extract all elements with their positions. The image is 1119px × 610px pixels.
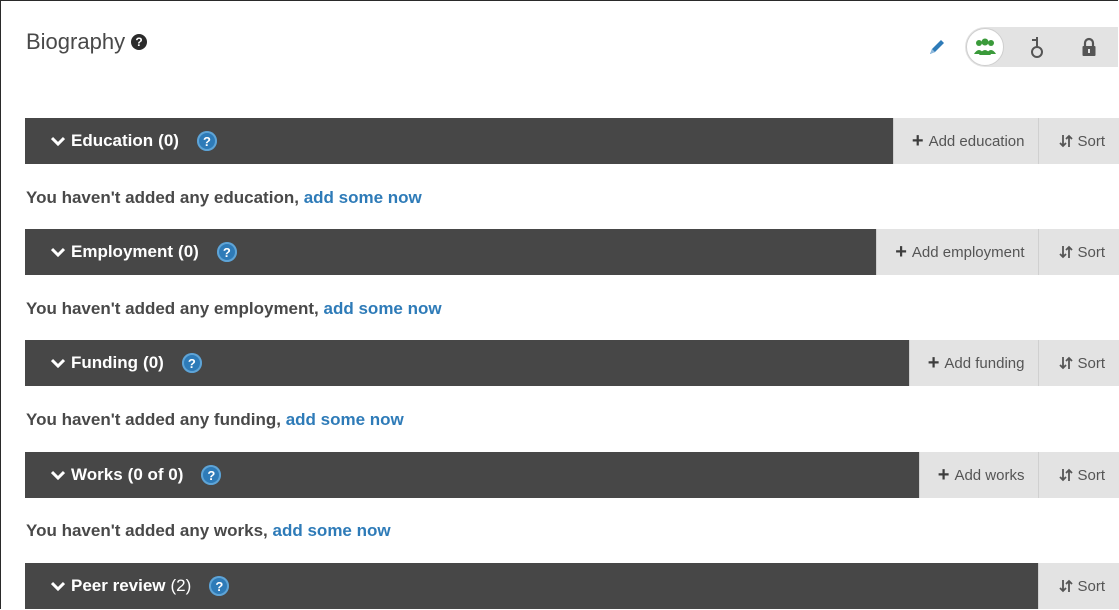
sort-label: Sort [1077,354,1105,372]
funding-sort-button[interactable]: Sort [1038,340,1119,386]
question-circle-icon[interactable]: ? [209,576,230,596]
sort-icon [1059,579,1074,593]
visibility-controls [927,25,1118,69]
add-education-link[interactable]: add some now [304,188,422,207]
plus-icon: + [895,241,907,263]
education-empty-message: You haven't added any education, add som… [26,188,422,208]
add-employment-link[interactable]: add some now [324,299,442,318]
peer-review-sort-button[interactable]: Sort [1038,563,1119,609]
key-icon [1031,37,1043,58]
employment-section-header: Employment (0) ? + Add employment Sort [25,229,1119,275]
biography-heading: Biography ? [26,29,148,55]
add-education-label: Add education [928,132,1025,150]
plus-icon: + [927,352,940,374]
chevron-down-icon [51,470,65,481]
biography-panel: Biography ? Education (0) ? + Add educat… [0,0,1119,609]
empty-text: You haven't added any funding, [26,410,281,429]
employment-sort-button[interactable]: Sort [1038,229,1119,275]
pencil-icon[interactable] [927,37,947,57]
sort-icon [1059,134,1074,148]
education-section-header: Education (0) ? + Add education Sort [25,118,1119,164]
education-count: (0) [158,131,179,150]
biography-title: Biography [26,29,126,54]
add-works-label: Add works [954,466,1025,484]
empty-text: You haven't added any works, [26,521,268,540]
peer-review-title: Peer review [71,576,166,595]
education-sort-button[interactable]: Sort [1038,118,1119,164]
works-sort-button[interactable]: Sort [1038,452,1119,498]
chevron-down-icon [51,136,65,147]
peer-review-count: (2) [170,576,192,595]
add-funding-label: Add funding [944,354,1025,372]
chevron-down-icon [51,581,65,592]
plus-icon: + [937,464,950,486]
add-works-link[interactable]: add some now [273,521,391,540]
add-employment-button[interactable]: + Add employment [876,229,1039,275]
question-circle-icon[interactable]: ? [131,34,148,50]
sort-label: Sort [1077,577,1105,595]
works-toggle[interactable]: Works (0 of 0) ? [25,452,919,498]
education-toggle[interactable]: Education (0) ? [25,118,893,164]
visibility-selector [965,27,1118,67]
empty-text: You haven't added any employment, [26,299,319,318]
employment-empty-message: You haven't added any employment, add so… [26,299,442,319]
question-circle-icon[interactable]: ? [196,131,217,151]
question-circle-icon[interactable]: ? [181,353,202,373]
sort-label: Sort [1077,132,1105,150]
visibility-trusted-option[interactable] [1018,28,1056,66]
users-icon [974,38,996,55]
peer-review-toggle[interactable]: Peer review (2) ? [25,563,1039,609]
funding-toggle[interactable]: Funding (0) ? [25,340,909,386]
add-funding-link[interactable]: add some now [286,410,404,429]
employment-toggle[interactable]: Employment (0) ? [25,229,877,275]
works-section-header: Works (0 of 0) ? + Add works Sort [25,452,1119,498]
sort-icon [1059,245,1074,259]
chevron-down-icon [51,358,65,369]
funding-section-header: Funding (0) ? + Add funding Sort [25,340,1119,386]
funding-count: (0) [143,353,164,372]
employment-title: Employment [71,242,174,261]
works-count: (0 of 0) [127,465,184,484]
empty-text: You haven't added any education, [26,188,299,207]
question-circle-icon[interactable]: ? [216,242,237,262]
lock-icon [1082,37,1096,56]
sort-label: Sort [1077,466,1105,484]
chevron-down-icon [51,247,65,258]
question-circle-icon[interactable]: ? [201,465,222,485]
education-title: Education [71,131,154,150]
add-employment-label: Add employment [911,243,1025,261]
peer-review-section-header: Peer review (2) ? Sort [25,563,1119,609]
visibility-private-option[interactable] [1070,28,1108,66]
funding-empty-message: You haven't added any funding, add some … [26,410,404,430]
sort-icon [1059,468,1074,482]
works-empty-message: You haven't added any works, add some no… [26,521,391,541]
funding-title: Funding [71,353,139,372]
sort-label: Sort [1077,243,1105,261]
plus-icon: + [911,130,924,152]
add-funding-button[interactable]: + Add funding [908,340,1039,386]
employment-count: (0) [178,242,199,261]
sort-icon [1059,356,1074,370]
add-education-button[interactable]: + Add education [892,118,1039,164]
visibility-everyone-option[interactable] [966,28,1004,66]
works-title: Works [71,465,123,484]
add-works-button[interactable]: + Add works [918,452,1039,498]
